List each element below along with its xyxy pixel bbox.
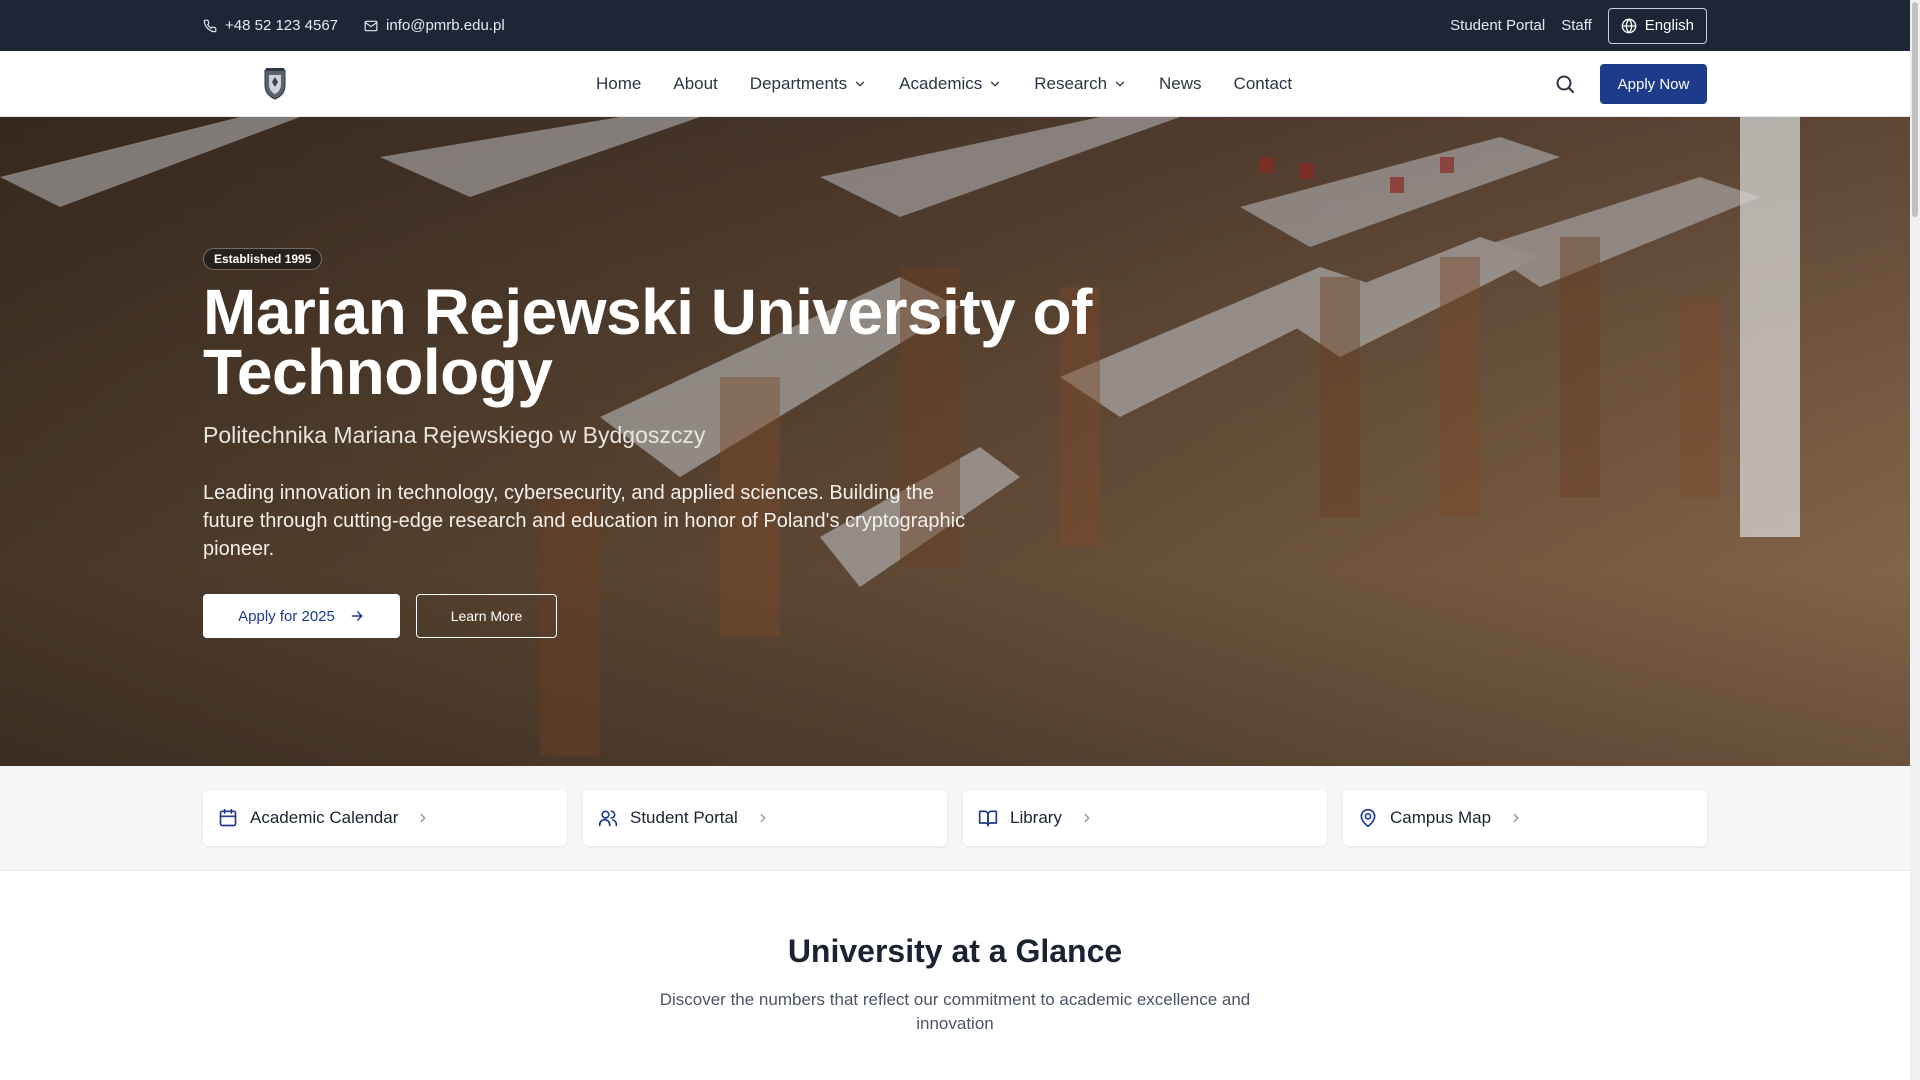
calendar-icon [219,808,237,827]
apply-2025-label: Apply for 2025 [238,607,335,625]
quick-link-academic-calendar[interactable]: Academic Calendar [203,790,567,846]
hero-section: Established 1995 Marian Rejewski Univers… [0,117,1910,766]
quick-link-library[interactable]: Library [963,790,1327,846]
nav-item-label: Departments [749,74,848,93]
nav-item-contact[interactable]: Contact [1234,74,1293,94]
glance-subtitle: Discover the numbers that reflect our co… [659,990,1251,1033]
quick-link-label: Student Portal [630,808,738,827]
staff-link[interactable]: Staff [1561,17,1592,34]
nav-item-research[interactable]: Research [1034,74,1127,94]
book-icon [978,810,998,827]
chevron-right-icon [760,813,766,823]
users-icon [598,810,618,827]
nav-item-label: About [673,74,718,93]
phone-icon [203,19,217,32]
quick-link-campus-map[interactable]: Campus Map [1343,790,1707,846]
quick-links-bar: Academic Calendar Student Portal Library Ca… [0,766,1910,871]
top-links: Student Portal Staff English [1450,0,1707,51]
mail-icon [364,20,378,31]
arrow-right-icon [351,611,363,621]
nav-item-label: Contact [1233,74,1293,93]
hero-title: Marian Rejewski University of Technology [203,276,1092,408]
apply-now-button[interactable]: Apply Now [1600,64,1707,104]
learn-more-button[interactable]: Learn More [416,594,557,638]
chevron-right-icon [1084,813,1090,823]
quick-link-label: Campus Map [1390,808,1492,827]
hero-description: Leading innovation in technology, cybers… [203,482,966,560]
student-portal-link[interactable]: Student Portal [1450,17,1545,34]
nav-item-home[interactable]: Home [596,74,641,94]
scrollbar-thumb[interactable] [1912,2,1918,217]
phone-contact[interactable]: +48 52 123 4567 [203,17,338,34]
contact-info: +48 52 123 4567 info@pmrb.edu.pl [203,0,505,51]
email-contact[interactable]: info@pmrb.edu.pl [364,17,505,34]
university-logo[interactable] [262,67,288,101]
nav-item-news[interactable]: News [1159,74,1202,94]
main-navbar: Home About Departments Academics Research New… [0,51,1910,117]
apply-2025-button[interactable]: Apply for 2025 [203,594,400,638]
nav-item-about[interactable]: About [673,74,717,94]
email-address: info@pmrb.edu.pl [386,17,505,34]
quick-link-student-portal[interactable]: Student Portal [583,790,947,846]
phone-number: +48 52 123 4567 [225,17,339,34]
established-badge: Established 1995 [203,248,323,270]
glance-title: University at a Glance [787,933,1123,969]
search-icon[interactable] [1553,72,1577,96]
chevron-right-icon [1513,813,1519,823]
chevron-down-icon [1115,81,1125,87]
nav-item-label: News [1159,74,1202,93]
map-pin-icon [1360,808,1376,828]
chevron-down-icon [855,81,865,87]
nav-item-label: Home [596,74,642,93]
nav-item-label: Research [1034,74,1108,93]
page-scrollbar[interactable] [1910,0,1920,1080]
quick-link-label: Library [1010,808,1062,827]
top-utility-bar: +48 52 123 4567 info@pmrb.edu.pl Student… [0,0,1910,51]
language-label: English [1644,17,1694,34]
nav-item-academics[interactable]: Academics [899,74,1002,94]
globe-icon [1621,18,1637,33]
language-selector[interactable]: English [1607,7,1707,44]
primary-menu: Home About Departments Academics Research New… [596,51,1292,117]
hero-subtitle: Politechnika Mariana Rejewskiego w Bydgo… [203,422,706,448]
nav-item-departments[interactable]: Departments [750,74,867,94]
nav-item-label: Academics [899,74,983,93]
chevron-right-icon [420,813,427,823]
chevron-down-icon [991,81,1000,87]
quick-link-label: Academic Calendar [250,808,399,827]
